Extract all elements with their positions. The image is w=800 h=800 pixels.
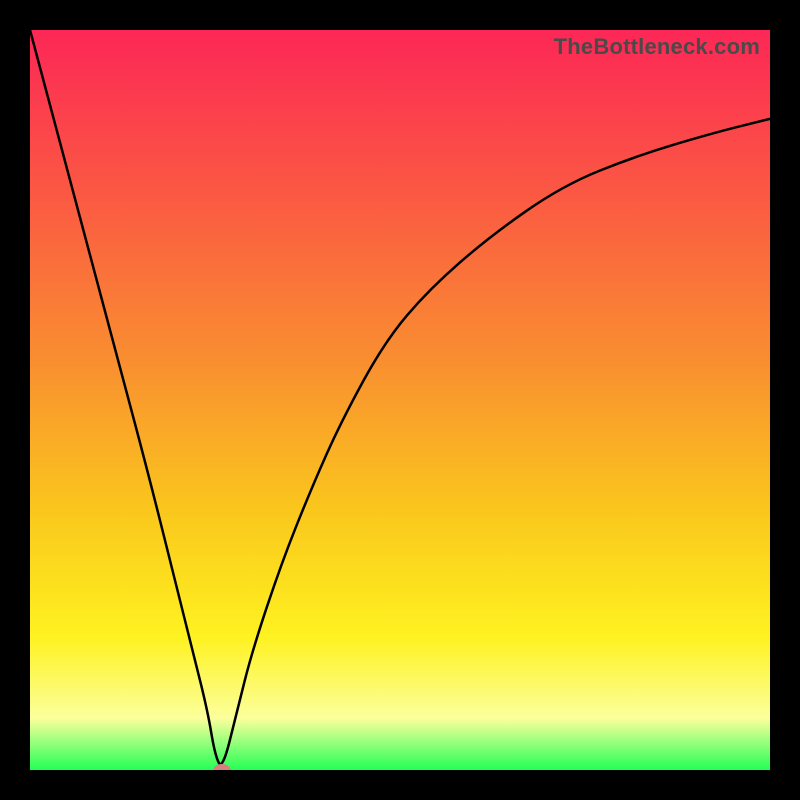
bottleneck-curve xyxy=(30,30,770,770)
chart-frame: TheBottleneck.com xyxy=(0,0,800,800)
plot-area: TheBottleneck.com xyxy=(30,30,770,770)
curve-path xyxy=(30,30,770,764)
optimum-marker xyxy=(214,764,231,770)
